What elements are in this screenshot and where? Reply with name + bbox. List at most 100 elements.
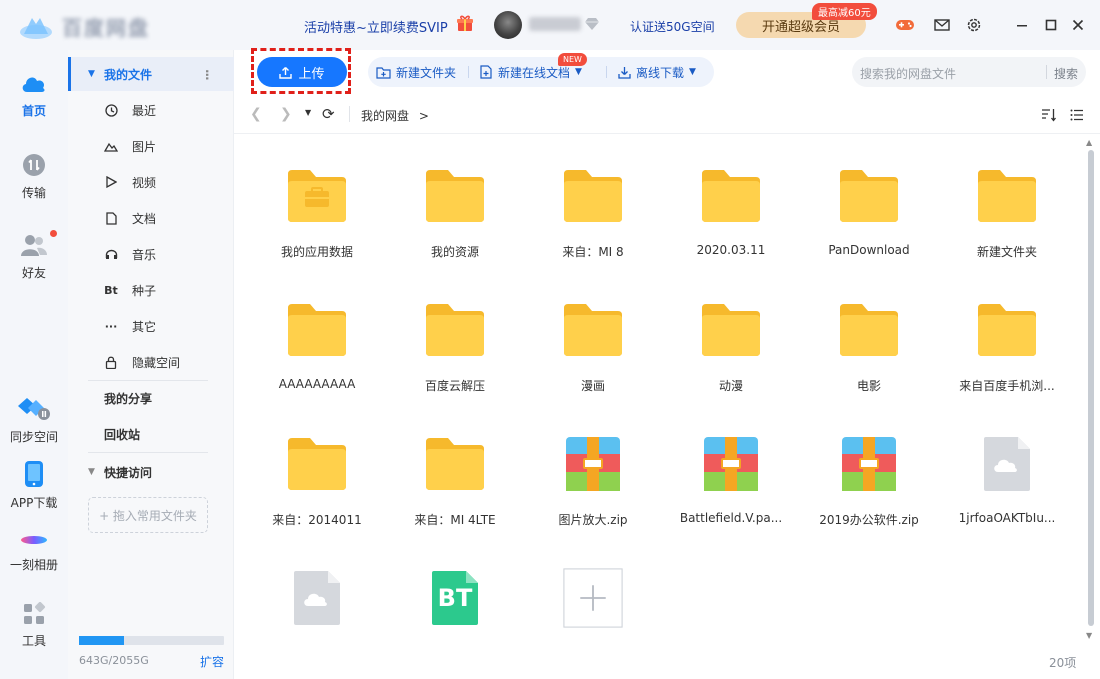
user-avatar[interactable] [494, 11, 522, 39]
back-arrow-icon[interactable]: ❮ [250, 106, 262, 122]
maximize-icon[interactable] [1041, 15, 1061, 35]
file-tile[interactable]: 来自：MI 8 [524, 140, 662, 274]
search-button[interactable]: 搜索 [1054, 65, 1078, 82]
file-tile[interactable]: 我的应用数据 [248, 140, 386, 274]
file-tile[interactable]: AAAAAAAAA [248, 274, 386, 408]
upload-button[interactable]: 上传 [257, 57, 347, 87]
file-tile[interactable]: 来自：MI 4LTE [386, 408, 524, 542]
file-tile[interactable]: BT【DMG彩蛋猫】 [386, 542, 524, 645]
file-tile[interactable]: 2020.03.11 [662, 140, 800, 274]
scrollbar-thumb[interactable] [1088, 150, 1094, 626]
rail-label-tools: 工具 [21, 634, 46, 648]
scroll-up-icon[interactable]: ▲ [1086, 138, 1092, 147]
cloud-file-icon [974, 434, 1040, 494]
folder-icon [698, 166, 764, 226]
bt-icon: Bt [104, 283, 118, 297]
sidebar-item-others[interactable]: ··· 其它 [68, 309, 234, 343]
verify-bonus-link[interactable]: 认证送50G空间 [630, 18, 715, 35]
new-folder-button[interactable]: 新建文件夹 [376, 57, 456, 87]
list-view-icon[interactable] [1070, 107, 1084, 121]
sidebar-item-label: 隐藏空间 [132, 355, 181, 370]
upload-file-tile[interactable]: 上传文件 [524, 542, 662, 645]
expand-caret-icon[interactable]: ▼ [88, 467, 95, 477]
file-tile[interactable]: 动漫 [662, 274, 800, 408]
sidebar-item-recent[interactable]: 最近 [68, 93, 234, 127]
file-grid: 我的应用数据 我的资源 来自：MI 8 2020.03.11 PanDownload 新建… [234, 135, 1084, 645]
file-tile[interactable]: 新建文件夹 [938, 140, 1076, 274]
history-dropdown-icon[interactable]: ▼ [305, 108, 311, 117]
item-count: 20项 [1049, 656, 1077, 670]
file-name: Battlefield.V.pa... [679, 511, 783, 525]
rail-item-friends[interactable]: 好友 [0, 232, 68, 281]
sidebar-item-my-files[interactable]: ▼ 我的文件 ··· [68, 57, 234, 91]
gift-icon[interactable] [456, 14, 474, 32]
rail-item-home[interactable]: 首页 [0, 72, 68, 119]
search-placeholder: 搜索我的网盘文件 [860, 67, 957, 81]
rail-item-app-download[interactable]: APP下载 [0, 460, 68, 511]
folder-icon [836, 300, 902, 360]
file-tile[interactable]: PanDownload [800, 140, 938, 274]
offline-download-button[interactable]: 离线下载 ▼ [618, 57, 696, 87]
file-tile[interactable]: 来自：2014011 [248, 408, 386, 542]
sidebar-item-documents[interactable]: 文档 [68, 201, 234, 235]
expand-storage-link[interactable]: 扩容 [200, 653, 224, 670]
search-divider [1046, 65, 1047, 79]
user-name-blurred[interactable] [529, 17, 581, 31]
tool-divider [606, 66, 607, 78]
file-tile[interactable]: 1jrfoaOAKTbIu [248, 542, 386, 645]
sidebar-item-torrents[interactable]: Bt 种子 [68, 273, 234, 307]
collapse-caret-icon[interactable]: ▼ [88, 69, 95, 79]
svip-renew-promo-link[interactable]: 活动特惠~立即续费SVIP [304, 17, 448, 36]
folder-icon [698, 300, 764, 360]
baidu-cloud-logo-icon [18, 14, 54, 40]
sidebar-item-my-share[interactable]: 我的分享 [68, 381, 234, 415]
sidebar-item-videos[interactable]: 视频 [68, 165, 234, 199]
drop-pinned-folder-zone[interactable]: + 拖入常用文件夹 [88, 497, 208, 533]
forward-arrow-icon[interactable]: ❯ [280, 106, 292, 122]
game-icon[interactable] [895, 15, 915, 35]
mail-icon[interactable] [932, 15, 952, 35]
minimize-icon[interactable] [1012, 15, 1032, 35]
sidebar-item-recycle-bin[interactable]: 回收站 [68, 417, 234, 451]
search-input[interactable]: 搜索我的网盘文件 搜索 [852, 57, 1086, 87]
title-bar: 百度网盘 活动特惠~立即续费SVIP 认证送50G空间 开通超级会员 最高减60… [0, 0, 1100, 50]
file-tile[interactable]: 2019办公软件.zip [800, 408, 938, 542]
file-name: 漫画 [580, 379, 605, 393]
transfer-icon [23, 154, 45, 176]
sidebar-item-quick-access[interactable]: ▼ 快捷访问 [68, 455, 234, 489]
file-tile[interactable]: 我的资源 [386, 140, 524, 274]
file-tile[interactable]: 漫画 [524, 274, 662, 408]
rail-label-sync-space: 同步空间 [9, 430, 58, 444]
breadcrumb-root[interactable]: 我的网盘 [361, 109, 409, 123]
file-tile[interactable]: Battlefield.V.pa... [662, 408, 800, 542]
rail-item-tools[interactable]: 工具 [0, 602, 68, 649]
refresh-icon[interactable]: ⟳ [322, 105, 335, 123]
file-tile[interactable]: 1jrfoaOAKTbIu... [938, 408, 1076, 542]
file-tile[interactable]: 来自百度手机浏... [938, 274, 1076, 408]
sidebar-divider [88, 452, 208, 453]
file-tile[interactable]: 百度云解压 [386, 274, 524, 408]
sort-icon[interactable] [1041, 107, 1057, 122]
sidebar-item-music[interactable]: 音乐 [68, 237, 234, 271]
file-name: 2019办公软件.zip [819, 513, 919, 527]
vip-diamond-icon[interactable] [584, 16, 600, 30]
file-name: 来自百度手机浏... [959, 379, 1055, 393]
sidebar-item-hidden-space[interactable]: 隐藏空间 [68, 345, 234, 379]
file-tile[interactable]: 电影 [800, 274, 938, 408]
file-tile[interactable]: 图片放大.zip [524, 408, 662, 542]
rail-item-transfer[interactable]: 传输 [0, 152, 68, 201]
zip-archive-icon [560, 434, 626, 494]
rail-item-album[interactable]: 一刻相册 [0, 530, 68, 573]
new-feature-badge: NEW [558, 53, 587, 66]
rail-item-sync-space[interactable]: 同步空间 [0, 396, 68, 445]
settings-gear-icon[interactable] [964, 15, 984, 35]
create-tools-group: 新建文件夹 新建在线文档 ▼ 离线下载 ▼ [368, 57, 714, 87]
navigation-row: ❮ ❯ ▼ ⟳ 我的网盘 > [234, 94, 1100, 134]
sidebar-item-label: 我的分享 [104, 391, 153, 406]
clock-icon [104, 103, 118, 117]
sidebar-item-images[interactable]: 图片 [68, 129, 234, 163]
close-icon[interactable] [1068, 15, 1088, 35]
scroll-down-icon[interactable]: ▼ [1086, 631, 1092, 640]
more-options-icon[interactable]: ··· [200, 69, 214, 80]
cloud-home-icon [22, 77, 45, 92]
